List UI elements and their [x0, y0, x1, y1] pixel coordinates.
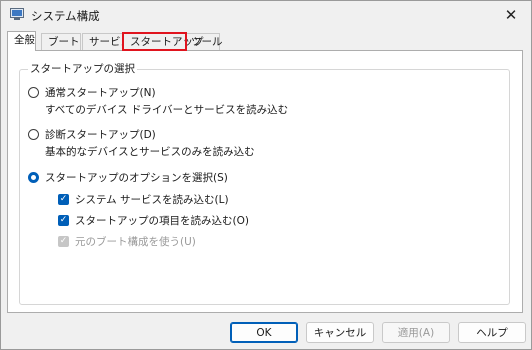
normal-startup-description: すべてのデバイス ドライバーとサービスを読み込む — [45, 104, 289, 116]
use-original-boot-config-label: 元のブート構成を使う(U) — [75, 236, 196, 248]
system-configuration-icon — [10, 8, 24, 20]
close-icon: ✕ — [504, 6, 518, 24]
normal-startup-radio[interactable]: 通常スタートアップ(N) — [28, 85, 156, 100]
load-startup-items-checkbox[interactable]: ✓ スタートアップの項目を読み込む(O) — [58, 213, 249, 228]
tab-services[interactable]: サービス — [82, 33, 131, 50]
radio-checked-icon — [28, 172, 39, 183]
tab-boot[interactable]: ブート — [41, 33, 81, 50]
selective-startup-radio[interactable]: スタートアップのオプションを選択(S) — [28, 170, 228, 185]
radio-unchecked-icon — [28, 87, 39, 98]
cancel-button[interactable]: キャンセル — [306, 322, 374, 343]
startup-selection-group: スタートアップの選択 通常スタートアップ(N) すべてのデバイス ドライバーとサ… — [19, 61, 510, 305]
load-system-services-checkbox[interactable]: ✓ システム サービスを読み込む(L) — [58, 192, 229, 207]
system-configuration-window: システム構成 ✕ 全般 ブート サービス スタートアップ ツール スタートアップ… — [0, 0, 532, 350]
load-system-services-label: システム サービスを読み込む(L) — [75, 194, 229, 206]
diagnostic-startup-radio[interactable]: 診断スタートアップ(D) — [28, 127, 156, 142]
help-button[interactable]: ヘルプ — [458, 322, 526, 343]
diagnostic-startup-description: 基本的なデバイスとサービスのみを読み込む — [45, 146, 255, 158]
checkmark-icon: ✓ — [58, 215, 69, 226]
tab-startup[interactable]: スタートアップ — [122, 32, 204, 51]
group-title: スタートアップの選択 — [28, 61, 137, 76]
ok-button[interactable]: OK — [230, 322, 298, 343]
radio-unchecked-icon — [28, 129, 39, 140]
load-startup-items-label: スタートアップの項目を読み込む(O) — [75, 215, 249, 227]
checkmark-icon: ✓ — [58, 236, 69, 247]
title-bar: システム構成 ✕ — [1, 1, 531, 29]
apply-button: 適用(A) — [382, 322, 450, 343]
normal-startup-label: 通常スタートアップ(N) — [45, 87, 156, 99]
close-button[interactable]: ✕ — [491, 1, 531, 29]
checkmark-icon: ✓ — [58, 194, 69, 205]
diagnostic-startup-label: 診断スタートアップ(D) — [45, 129, 156, 141]
use-original-boot-config-checkbox: ✓ 元のブート構成を使う(U) — [58, 234, 196, 249]
window-title: システム構成 — [31, 9, 100, 23]
general-tab-panel: スタートアップの選択 通常スタートアップ(N) すべてのデバイス ドライバーとサ… — [7, 50, 523, 313]
tab-general[interactable]: 全般 — [7, 31, 36, 51]
selective-startup-label: スタートアップのオプションを選択(S) — [45, 172, 228, 184]
